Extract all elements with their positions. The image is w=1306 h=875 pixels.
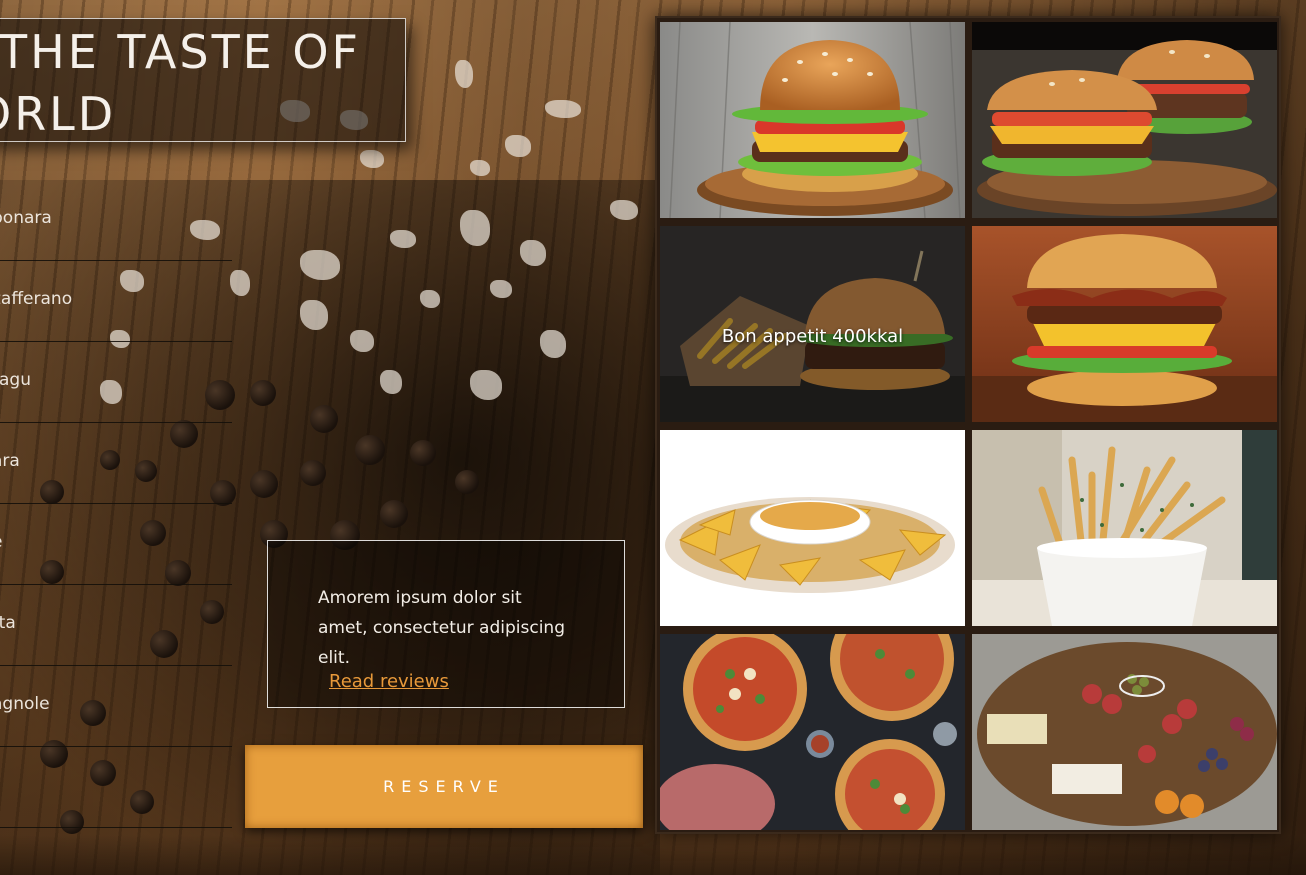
nachos-with-cheese-dip-photo — [660, 430, 965, 626]
food-gallery: Bon appetit 400kkal — [655, 16, 1281, 834]
menu-item[interactable]: agnole — [0, 666, 232, 747]
gallery-tile[interactable] — [972, 634, 1277, 830]
salt-crystal — [455, 60, 473, 88]
salt-crystal — [300, 300, 328, 330]
salt-crystal — [460, 210, 490, 246]
menu-item[interactable]: ragu — [0, 342, 232, 423]
gallery-tile[interactable]: Bon appetit 400kkal — [660, 226, 965, 422]
french-fries-cup-photo — [972, 430, 1277, 626]
burger-and-fries-photo — [660, 226, 965, 422]
charcuterie-board-photo — [972, 634, 1277, 830]
menu-item[interactable]: tta — [0, 585, 232, 666]
salt-crystal — [230, 270, 250, 296]
salt-crystal — [545, 100, 581, 118]
peppercorn — [355, 435, 385, 465]
hero-title-line-2: ORLD — [0, 87, 117, 141]
menu-item-label: zafferano — [0, 289, 73, 309]
salt-crystal — [380, 370, 402, 394]
salt-crystal — [470, 370, 502, 400]
menu-item[interactable] — [0, 747, 232, 828]
peppercorn — [455, 470, 479, 494]
bottom-wood-edge — [0, 835, 1306, 875]
menu-item-label: bonara — [0, 208, 52, 228]
peppercorn — [250, 380, 276, 406]
salt-crystal — [470, 160, 490, 176]
menu-item-label: ragu — [0, 370, 31, 390]
read-reviews-link[interactable]: Read reviews — [329, 671, 449, 692]
menu-item-label: agnole — [0, 694, 50, 714]
salt-crystal — [390, 230, 416, 248]
salt-crystal — [300, 250, 340, 280]
peppercorn — [300, 460, 326, 486]
peppercorn — [310, 405, 338, 433]
gallery-tile[interactable] — [660, 22, 965, 218]
hero-title-line-1: THE TASTE OF — [0, 25, 362, 79]
menu-item[interactable]: zafferano — [0, 261, 232, 342]
review-card: Amorem ipsum dolor sit amet, consectetur… — [267, 540, 625, 708]
salt-crystal — [540, 330, 566, 358]
review-text: Amorem ipsum dolor sit amet, consectetur… — [318, 588, 565, 668]
burger-on-wooden-board-photo — [660, 22, 965, 218]
peppercorn — [380, 500, 408, 528]
menu-item-label: ara — [0, 451, 20, 471]
gallery-tile-caption: Bon appetit 400kkal — [721, 326, 904, 347]
reserve-button[interactable]: RESERVE — [245, 745, 643, 828]
salt-crystal — [610, 200, 638, 220]
menu-item[interactable]: bonara — [0, 180, 232, 261]
peppercorn — [410, 440, 436, 466]
two-burgers-on-board-photo — [972, 22, 1277, 218]
pizzas-spread-photo — [660, 634, 965, 830]
menu-item-label: tta — [0, 613, 16, 633]
salt-crystal — [520, 240, 546, 266]
bacon-cheeseburger-photo — [972, 226, 1277, 422]
menu-item[interactable]: ara — [0, 423, 232, 504]
salt-crystal — [490, 280, 512, 298]
menu-item[interactable]: e — [0, 504, 232, 585]
gallery-tile[interactable] — [660, 634, 965, 830]
peppercorn — [250, 470, 278, 498]
salt-crystal — [350, 330, 374, 352]
salt-crystal — [505, 135, 531, 157]
hero-title-box: THE TASTE OF ORLD — [0, 18, 406, 142]
salt-crystal — [360, 150, 384, 168]
menu-item-label: e — [0, 532, 2, 552]
gallery-tile[interactable] — [972, 226, 1277, 422]
gallery-tile[interactable] — [972, 430, 1277, 626]
gallery-tile[interactable] — [660, 430, 965, 626]
salt-crystal — [420, 290, 440, 308]
gallery-tile[interactable] — [972, 22, 1277, 218]
